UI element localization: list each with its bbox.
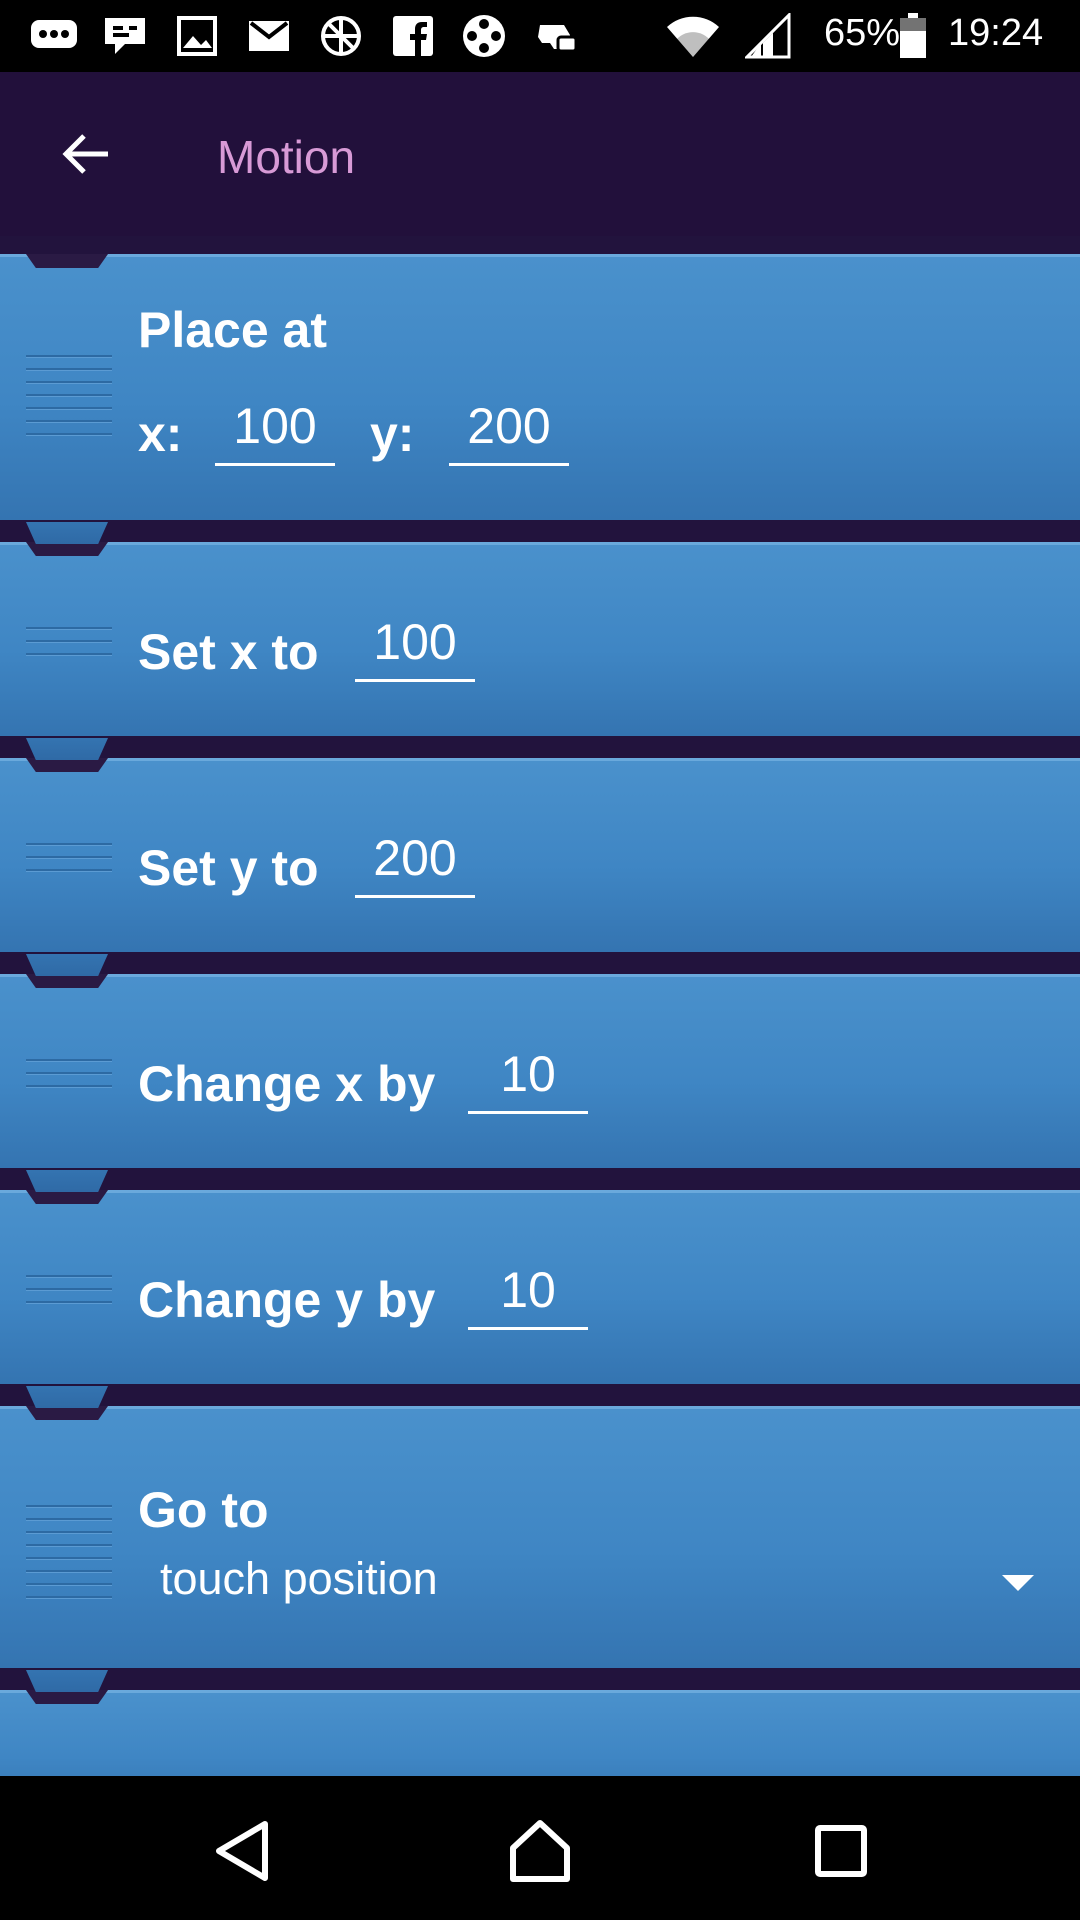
- brick-notch: [26, 254, 108, 268]
- message-icon: [28, 14, 80, 58]
- drag-handle[interactable]: [26, 355, 112, 446]
- brick-set-x[interactable]: Set x to 100: [0, 542, 1080, 760]
- go-to-dropdown[interactable]: touch position: [160, 1553, 438, 1605]
- brick-label: Change x by: [138, 1056, 436, 1112]
- y-delta-field[interactable]: 10: [468, 1257, 588, 1330]
- brick-label: Change y by: [138, 1272, 436, 1328]
- x-delta-field[interactable]: 10: [468, 1041, 588, 1114]
- brick-label: Set x to: [138, 624, 319, 680]
- gamepad-icon: [534, 14, 580, 58]
- signal-icon: [744, 13, 792, 59]
- brick-label: Go to: [138, 1482, 269, 1538]
- brick-connector: [26, 954, 108, 976]
- brick-connector: [26, 1386, 108, 1408]
- nav-recents-button[interactable]: [796, 1806, 886, 1896]
- drag-handle[interactable]: [26, 627, 112, 666]
- y-value-field[interactable]: 200: [355, 825, 475, 898]
- x-value-field[interactable]: 100: [355, 609, 475, 682]
- x-value-field[interactable]: 100: [215, 393, 335, 466]
- nav-back-button[interactable]: [196, 1806, 286, 1896]
- chevron-down-icon[interactable]: [1002, 1575, 1034, 1591]
- brick-notch: [26, 542, 108, 556]
- battery-percentage: 65%: [824, 12, 901, 54]
- brick-notch: [26, 1406, 108, 1420]
- app-bar: Motion: [0, 72, 1080, 236]
- facebook-icon: [392, 14, 434, 58]
- status-bar: 65% 19:24: [0, 0, 1080, 72]
- brick-change-y[interactable]: Change y by 10: [0, 1190, 1080, 1408]
- brick-notch: [26, 1690, 108, 1704]
- drag-handle[interactable]: [26, 1505, 112, 1609]
- brick-connector: [26, 1670, 108, 1692]
- y-value-field[interactable]: 200: [449, 393, 569, 466]
- page-title: Motion: [217, 131, 356, 183]
- nav-home-button[interactable]: [495, 1806, 585, 1896]
- brick-label: Set y to: [138, 840, 319, 896]
- arrow-left-icon: [62, 134, 108, 174]
- brick-connector: [26, 738, 108, 760]
- brick-connector: [26, 1170, 108, 1192]
- y-label: y:: [370, 406, 415, 462]
- image-icon: [176, 14, 218, 58]
- drag-handle[interactable]: [26, 1275, 112, 1314]
- brick-notch: [26, 974, 108, 988]
- brick-go-to[interactable]: Go to touch position: [0, 1406, 1080, 1692]
- brick-notch: [26, 1190, 108, 1204]
- home-icon: [510, 1820, 570, 1882]
- back-triangle-icon: [216, 1821, 268, 1881]
- brick-notch: [26, 758, 108, 772]
- x-label: x:: [138, 406, 183, 462]
- film-icon: [460, 14, 508, 58]
- clock: 19:24: [948, 12, 1044, 54]
- recents-icon: [815, 1825, 867, 1877]
- back-button[interactable]: [40, 114, 130, 194]
- brick-label: Place at: [138, 302, 328, 358]
- brick-place-at[interactable]: Place at x: 100 y: 200: [0, 254, 1080, 544]
- drag-handle[interactable]: [26, 1059, 112, 1098]
- brick-connector: [26, 522, 108, 544]
- vpn-icon: [318, 14, 364, 58]
- brick-list[interactable]: Place at x: 100 y: 200 Set x to 100 Set …: [0, 236, 1080, 1776]
- mail-icon: [246, 14, 292, 58]
- brick-partial[interactable]: [0, 1690, 1080, 1776]
- navigation-bar: [0, 1776, 1080, 1920]
- brick-change-x[interactable]: Change x by 10: [0, 974, 1080, 1192]
- wifi-icon: [664, 14, 722, 58]
- brick-set-y[interactable]: Set y to 200: [0, 758, 1080, 976]
- chat-icon: [102, 14, 148, 58]
- battery-icon: [898, 13, 928, 58]
- drag-handle[interactable]: [26, 843, 112, 882]
